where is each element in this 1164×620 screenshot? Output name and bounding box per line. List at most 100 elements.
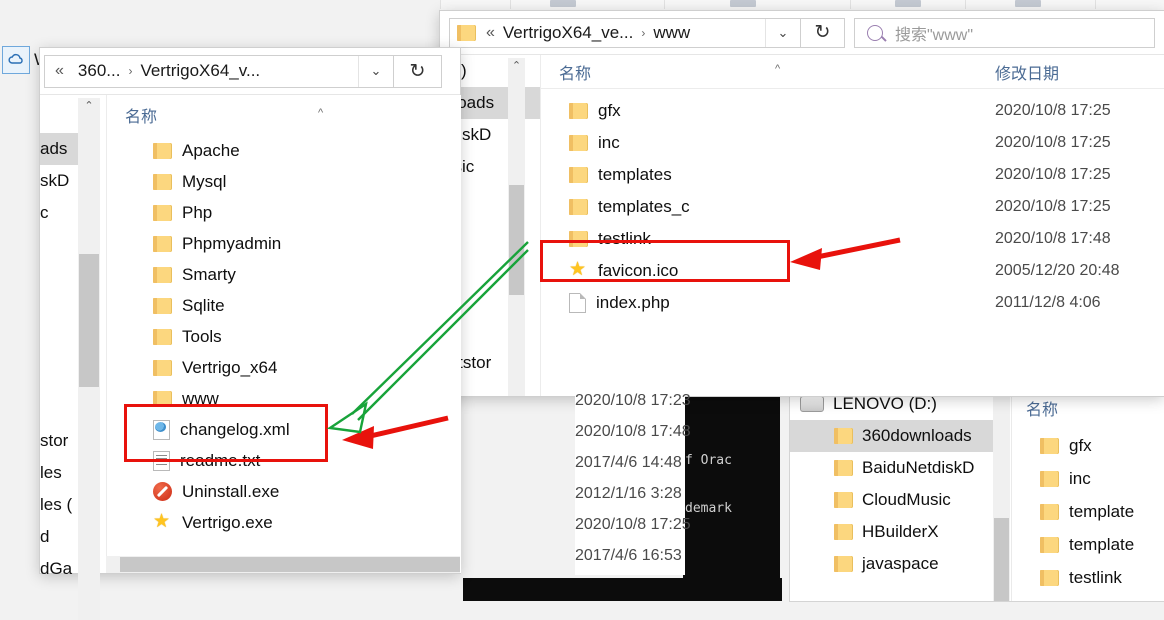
- nav-item-cloudmusic[interactable]: CloudMusic: [790, 484, 1002, 516]
- scroll-up-icon[interactable]: ⌃: [508, 58, 525, 75]
- file-name: Php: [182, 202, 213, 222]
- breadcrumb-leaf[interactable]: www: [653, 23, 690, 43]
- refresh-button[interactable]: ↻: [801, 17, 845, 48]
- table-row[interactable]: inc: [1012, 463, 1164, 495]
- www-explorer-window[interactable]: « VertrigoX64_ve... › www ⌄ ↻ 搜索"www" D:…: [440, 11, 1164, 396]
- folder-icon: [153, 297, 172, 314]
- file-modified-date: 2011/12/8 4:06: [995, 294, 1101, 311]
- nav-item-label: BaiduNetdiskD: [862, 458, 975, 477]
- file-modified-date: 2020/10/8 17:48: [575, 423, 691, 440]
- mid-window-date-column: 2020/10/8 17:23 2020/10/8 17:48 2017/4/6…: [575, 385, 691, 575]
- folder-icon: [834, 428, 853, 444]
- search-input[interactable]: 搜索"www": [854, 17, 1155, 48]
- nav-item-label: 360downloads: [862, 426, 972, 445]
- folder-icon: [569, 167, 588, 183]
- scrollbar-thumb[interactable]: [120, 557, 460, 572]
- cloud-sync-glyph: [7, 53, 23, 64]
- address-breadcrumb-box[interactable]: « VertrigoX64_ve... › www ⌄: [449, 17, 801, 48]
- uninstall-icon: [153, 482, 172, 501]
- folder-icon: [1040, 504, 1059, 520]
- star-icon: ★: [153, 510, 171, 532]
- breadcrumb-back-chevrons[interactable]: «: [55, 62, 64, 80]
- table-row[interactable]: Sqlite: [107, 290, 461, 321]
- scrollbar-thumb[interactable]: [509, 185, 524, 295]
- table-row[interactable]: gfx: [1012, 430, 1164, 462]
- breadcrumb-root[interactable]: VertrigoX64_ve...: [503, 23, 633, 43]
- nav-item-360downloads[interactable]: 360downloads: [790, 420, 1002, 452]
- search-icon: [867, 24, 883, 41]
- folder-icon: [834, 492, 853, 508]
- cloud-sync-icon[interactable]: [2, 46, 30, 74]
- file-name: Sqlite: [182, 295, 225, 315]
- nav-pane-scrollbar[interactable]: ⌃: [993, 388, 1010, 601]
- file-name: testlink: [1069, 568, 1122, 587]
- table-row[interactable]: templates_c 2020/10/8 17:25: [541, 191, 1164, 223]
- table-row[interactable]: Apache: [107, 135, 461, 166]
- table-row[interactable]: Php: [107, 197, 461, 228]
- file-name: Vertrigo.exe: [182, 512, 273, 532]
- vertrigox64-explorer-window[interactable]: « 360... › VertrigoX64_v... ⌄ ↻ ads skD …: [40, 48, 461, 620]
- table-row[interactable]: Uninstall.exe: [107, 476, 461, 507]
- nav-item-label: CloudMusic: [862, 490, 951, 509]
- table-row[interactable]: gfx 2020/10/8 17:25: [541, 95, 1164, 127]
- table-row[interactable]: testlink: [1012, 562, 1164, 594]
- refresh-button[interactable]: ↻: [394, 54, 442, 88]
- file-list-pane: 名称 gfx inc template template testlink: [1011, 388, 1164, 601]
- address-breadcrumb-box[interactable]: « 360... › VertrigoX64_v... ⌄: [44, 54, 394, 88]
- table-row[interactable]: templates 2020/10/8 17:25: [541, 159, 1164, 191]
- breadcrumb[interactable]: « 360... › VertrigoX64_v...: [45, 56, 270, 87]
- table-row[interactable]: inc 2020/10/8 17:25: [541, 127, 1164, 159]
- nav-pane-scrollbar[interactable]: ⌃: [78, 98, 100, 620]
- table-row[interactable]: index.php 2011/12/8 4:06: [541, 287, 1164, 319]
- scrollbar-thumb[interactable]: [994, 518, 1009, 601]
- horizontal-scrollbar[interactable]: [106, 556, 460, 573]
- column-header-row: 名称 ^: [107, 95, 461, 135]
- chevron-down-icon[interactable]: ⌄: [358, 55, 393, 87]
- breadcrumb[interactable]: « VertrigoX64_ve... › www: [476, 19, 700, 47]
- file-modified-date: 2012/1/16 3:28: [575, 485, 682, 502]
- file-name: Phpmyadmin: [182, 233, 282, 253]
- nav-item-hbuilderx[interactable]: HBuilderX: [790, 516, 1002, 548]
- breadcrumb-back-chevrons[interactable]: «: [486, 24, 495, 42]
- terminal-line: demark: [685, 501, 732, 516]
- table-row-vertrigo-x64[interactable]: Vertrigo_x64: [107, 352, 461, 383]
- file-modified-date: 2020/10/8 17:25: [995, 198, 1111, 215]
- lenovo-d-explorer-window[interactable]: LENOVO (D:) 360downloads BaiduNetdiskD C…: [790, 388, 1164, 601]
- breadcrumb-leaf[interactable]: VertrigoX64_v...: [140, 61, 260, 81]
- file-name: templates: [598, 165, 672, 184]
- column-header-name[interactable]: 名称: [541, 60, 995, 84]
- nav-pane-scrollbar[interactable]: ⌃: [508, 58, 525, 396]
- mysql-terminal-output[interactable]: mysql> mysql > FLUSH PRIVILEGES; ERROR 1…: [463, 578, 782, 601]
- file-modified-date: 2020/10/8 17:25: [995, 166, 1111, 183]
- folder-icon: [569, 135, 588, 151]
- table-row[interactable]: Tools: [107, 321, 461, 352]
- sort-caret-icon: ^: [775, 63, 781, 75]
- file-modified-date: 2017/4/6 16:53: [575, 547, 682, 564]
- table-row[interactable]: Mysql: [107, 166, 461, 197]
- column-header-name[interactable]: 名称: [107, 103, 461, 127]
- drive-icon: [800, 396, 824, 412]
- chevron-down-icon[interactable]: ⌄: [765, 18, 800, 47]
- file-name: Smarty: [182, 264, 236, 284]
- folder-icon: [153, 204, 172, 221]
- scrollbar-thumb[interactable]: [79, 254, 99, 387]
- address-bar: « VertrigoX64_ve... › www ⌄ ↻ 搜索"www": [440, 11, 1164, 55]
- table-row[interactable]: template: [1012, 529, 1164, 561]
- nav-item-javaspace[interactable]: javaspace: [790, 548, 1002, 580]
- file-name: Vertrigo_x64: [182, 357, 278, 377]
- folder-icon: [834, 460, 853, 476]
- table-row[interactable]: Phpmyadmin: [107, 228, 461, 259]
- scroll-up-icon[interactable]: ⌃: [78, 98, 100, 115]
- folder-icon: [457, 24, 476, 41]
- breadcrumb-root[interactable]: 360...: [78, 61, 121, 81]
- table-row[interactable]: ★ Vertrigo.exe: [107, 507, 461, 538]
- file-name: inc: [598, 133, 620, 152]
- table-row[interactable]: Smarty: [107, 259, 461, 290]
- column-header-name[interactable]: 名称: [1026, 396, 1058, 420]
- nav-item-baidunetdisk[interactable]: BaiduNetdiskD: [790, 452, 1002, 484]
- file-modified-date: 2020/10/8 17:23: [575, 392, 691, 409]
- mysql-terminal-window[interactable]: f Orac demark e '\c' : TO 'r c) ror in '…: [683, 385, 780, 601]
- table-row[interactable]: template: [1012, 496, 1164, 528]
- column-header-modified[interactable]: 修改日期: [995, 60, 1164, 84]
- file-modified-date: 2005/12/20 20:48: [995, 262, 1120, 279]
